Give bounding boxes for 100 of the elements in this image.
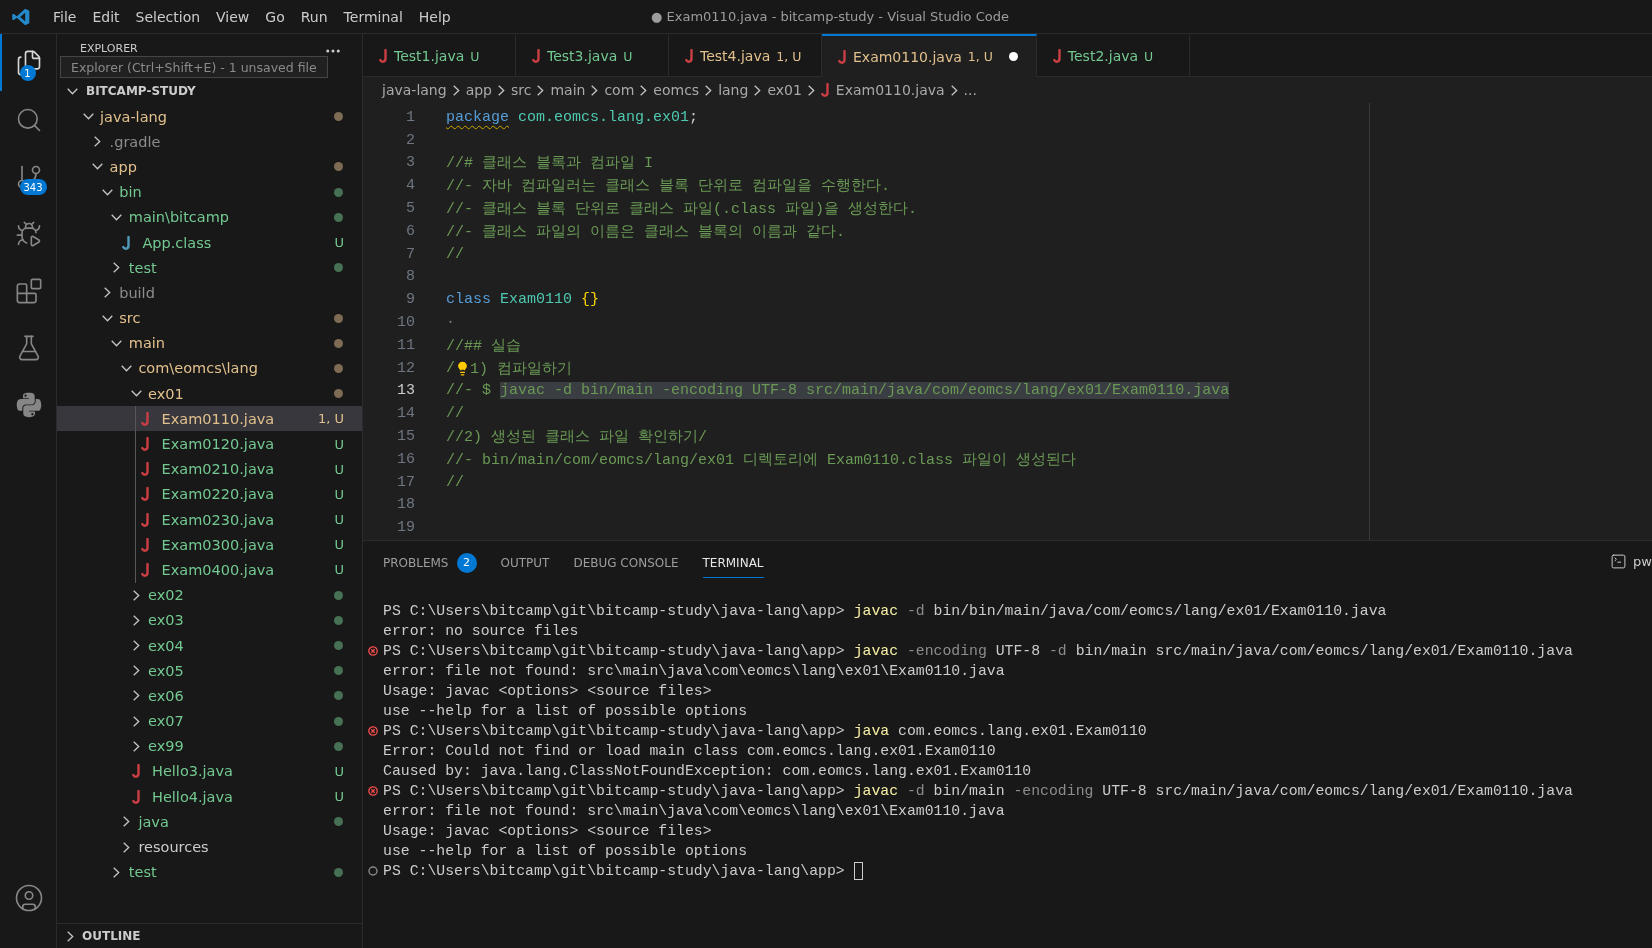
breadcrumb-item[interactable]: com: [604, 82, 635, 98]
line-number: 8: [405, 268, 415, 286]
file-label[interactable]: Exam0210.java: [161, 461, 275, 478]
line-number: 17: [396, 473, 415, 491]
tab-label: Test1.java: [394, 48, 465, 64]
java-file-icon: [685, 49, 694, 63]
java-file-icon: [141, 512, 151, 527]
outline-title: OUTLINE: [82, 929, 141, 943]
folder-label[interactable]: ex99: [148, 738, 184, 755]
count-badge: 2: [456, 552, 477, 573]
line-number: 12: [396, 359, 415, 377]
count-badge: 1: [19, 65, 36, 81]
terminal-icon[interactable]: [1610, 553, 1628, 570]
java-file-icon: [838, 49, 847, 64]
tab-label: TERMINAL: [702, 555, 764, 570]
code-text: ;: [689, 108, 699, 126]
git-status-label: U: [334, 461, 344, 477]
folder-label[interactable]: src: [119, 310, 141, 327]
panel-tab[interactable]: OUTPUT: [500, 548, 550, 578]
folder-label[interactable]: ex03: [148, 612, 184, 629]
terminal-text: -encoding: [905, 643, 987, 659]
breadcrumb-item[interactable]: app: [465, 82, 492, 98]
code-text: //## 실습: [446, 336, 521, 355]
file-label[interactable]: Exam0300.java: [161, 536, 275, 553]
breadcrumb-item[interactable]: ...: [963, 82, 977, 98]
menu-item[interactable]: Selection: [127, 8, 209, 25]
file-label[interactable]: Hello3.java: [152, 763, 233, 780]
folder-label[interactable]: ex06: [148, 687, 184, 704]
file-label[interactable]: Exam0230.java: [161, 511, 275, 528]
terminal-text: use --help for a list of possible options: [383, 703, 748, 719]
command-marker-icon[interactable]: [368, 866, 378, 876]
folder-label[interactable]: ex07: [148, 713, 184, 730]
python-icon: [15, 390, 43, 419]
code-text: Exam0110: [499, 291, 573, 309]
app-logo-icon: [11, 6, 31, 27]
editor-tab[interactable]: Exam0110.java 1, U: [822, 34, 1037, 77]
git-status-label: U: [334, 235, 344, 251]
activity-bar-button[interactable]: 343: [0, 148, 57, 205]
breadcrumb-item[interactable]: main: [550, 82, 586, 98]
folder-label[interactable]: ex04: [148, 637, 184, 654]
line-number: 18: [396, 496, 415, 514]
line-number: 2: [405, 131, 415, 149]
breadcrumb-item[interactable]: lang: [718, 82, 749, 98]
java-file-icon: [131, 764, 141, 779]
error-marker-icon[interactable]: [368, 786, 378, 796]
java-file-icon: [532, 49, 541, 63]
panel-tab[interactable]: DEBUG CONSOLE: [573, 548, 679, 578]
terminal-text: Error: Could not find or load main class com.eomcs.lang.ex01.Exam0110: [383, 743, 996, 759]
code-text: javac -d bin/main -encoding UTF-8 src/main/java/com/eomcs/lang/ex01/Exam0110.java: [500, 382, 1230, 400]
tab-label: Test3.java: [547, 48, 618, 64]
error-marker-icon[interactable]: [368, 646, 378, 656]
error-marker-icon[interactable]: [368, 726, 378, 736]
lightbulb-icon[interactable]: [455, 360, 470, 376]
menu-item[interactable]: Terminal: [335, 8, 411, 25]
terminal-name[interactable]: pw: [1633, 554, 1652, 569]
file-label[interactable]: Exam0400.java: [161, 561, 275, 578]
folder-label[interactable]: ex02: [148, 587, 184, 604]
breadcrumb-item[interactable]: ex01: [767, 82, 802, 98]
file-label[interactable]: Hello4.java: [152, 788, 233, 805]
file-label[interactable]: Exam0110.java: [161, 410, 275, 427]
folder-label[interactable]: test: [128, 864, 157, 881]
breadcrumb-item[interactable]: Exam0110.java: [835, 82, 945, 98]
breadcrumb-item[interactable]: java-lang: [382, 82, 447, 98]
menu-item[interactable]: Go: [257, 8, 293, 25]
folder-label[interactable]: bin: [119, 184, 142, 201]
menu-item[interactable]: Edit: [84, 8, 128, 25]
terminal-text: -d: [905, 603, 925, 619]
git-status-label: U: [470, 48, 480, 64]
folder-label[interactable]: build: [119, 284, 155, 301]
folder-label[interactable]: app: [109, 158, 137, 175]
folder-label[interactable]: ex05: [148, 662, 184, 679]
selected-row[interactable]: Exam0110.java 1, U: [57, 406, 362, 432]
folder-label[interactable]: main: [128, 335, 166, 352]
folder-label[interactable]: main\bitcamp: [128, 209, 229, 226]
line-number: 7: [405, 245, 415, 263]
panel-tab[interactable]: TERMINAL: [702, 548, 764, 578]
folder-label[interactable]: com\eomcs\lang: [138, 360, 258, 377]
tab-label: PROBLEMS: [383, 555, 449, 570]
file-label[interactable]: Exam0120.java: [161, 436, 275, 453]
run-debug-icon: [15, 219, 43, 248]
terminal-text: PS C:\Users\bitcamp\git\bitcamp-study\java-lang\app>: [383, 723, 846, 739]
file-label[interactable]: Exam0220.java: [161, 486, 275, 503]
folder-label[interactable]: ex01: [148, 385, 184, 402]
breadcrumb-item[interactable]: src: [511, 82, 532, 98]
breadcrumb-item[interactable]: eomcs: [653, 82, 700, 98]
menu-item[interactable]: Run: [292, 8, 336, 25]
workspace-header[interactable]: BITCAMP-STUDY: [57, 78, 362, 104]
menu-item[interactable]: Help: [410, 8, 459, 25]
menu-item[interactable]: File: [45, 8, 85, 25]
folder-label[interactable]: .gradle: [109, 133, 161, 150]
folder-label[interactable]: java-lang: [100, 108, 167, 125]
folder-label[interactable]: java: [138, 813, 169, 830]
menu-item[interactable]: View: [208, 8, 258, 25]
file-label[interactable]: App.class: [142, 234, 212, 251]
outline-header[interactable]: OUTLINE: [57, 923, 362, 948]
terminal-text: javac: [853, 603, 899, 619]
terminal-text: PS C:\Users\bitcamp\git\bitcamp-study\java-lang\app>: [383, 863, 846, 879]
folder-label[interactable]: test: [128, 259, 157, 276]
panel-tab[interactable]: PROBLEMS 2: [383, 548, 477, 578]
folder-label[interactable]: resources: [138, 839, 209, 856]
